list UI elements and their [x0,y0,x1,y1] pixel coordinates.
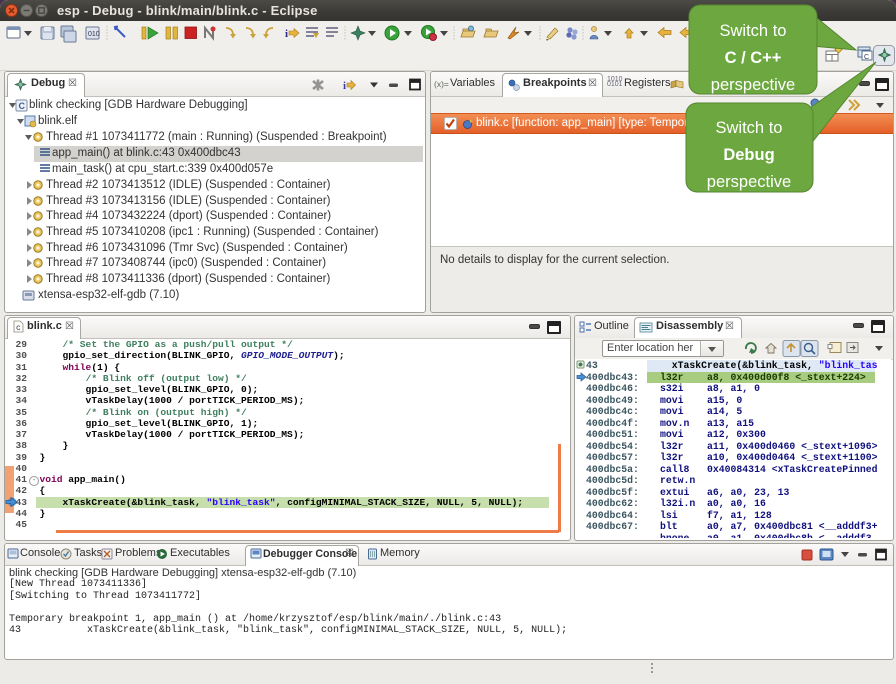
svg-text:i: i [285,28,288,40]
svg-text:c: c [16,324,21,333]
svg-text:perspective: perspective [711,76,795,94]
svg-text:010: 010 [88,31,100,38]
svg-text:perspective: perspective [707,173,791,191]
svg-text:C: C [19,101,26,111]
svg-text:Debug: Debug [723,146,774,164]
svg-text:Switch to: Switch to [716,119,783,137]
svg-text:Switch to: Switch to [720,22,787,40]
svg-text:C / C++: C / C++ [725,49,782,67]
svg-text:i: i [343,80,346,92]
